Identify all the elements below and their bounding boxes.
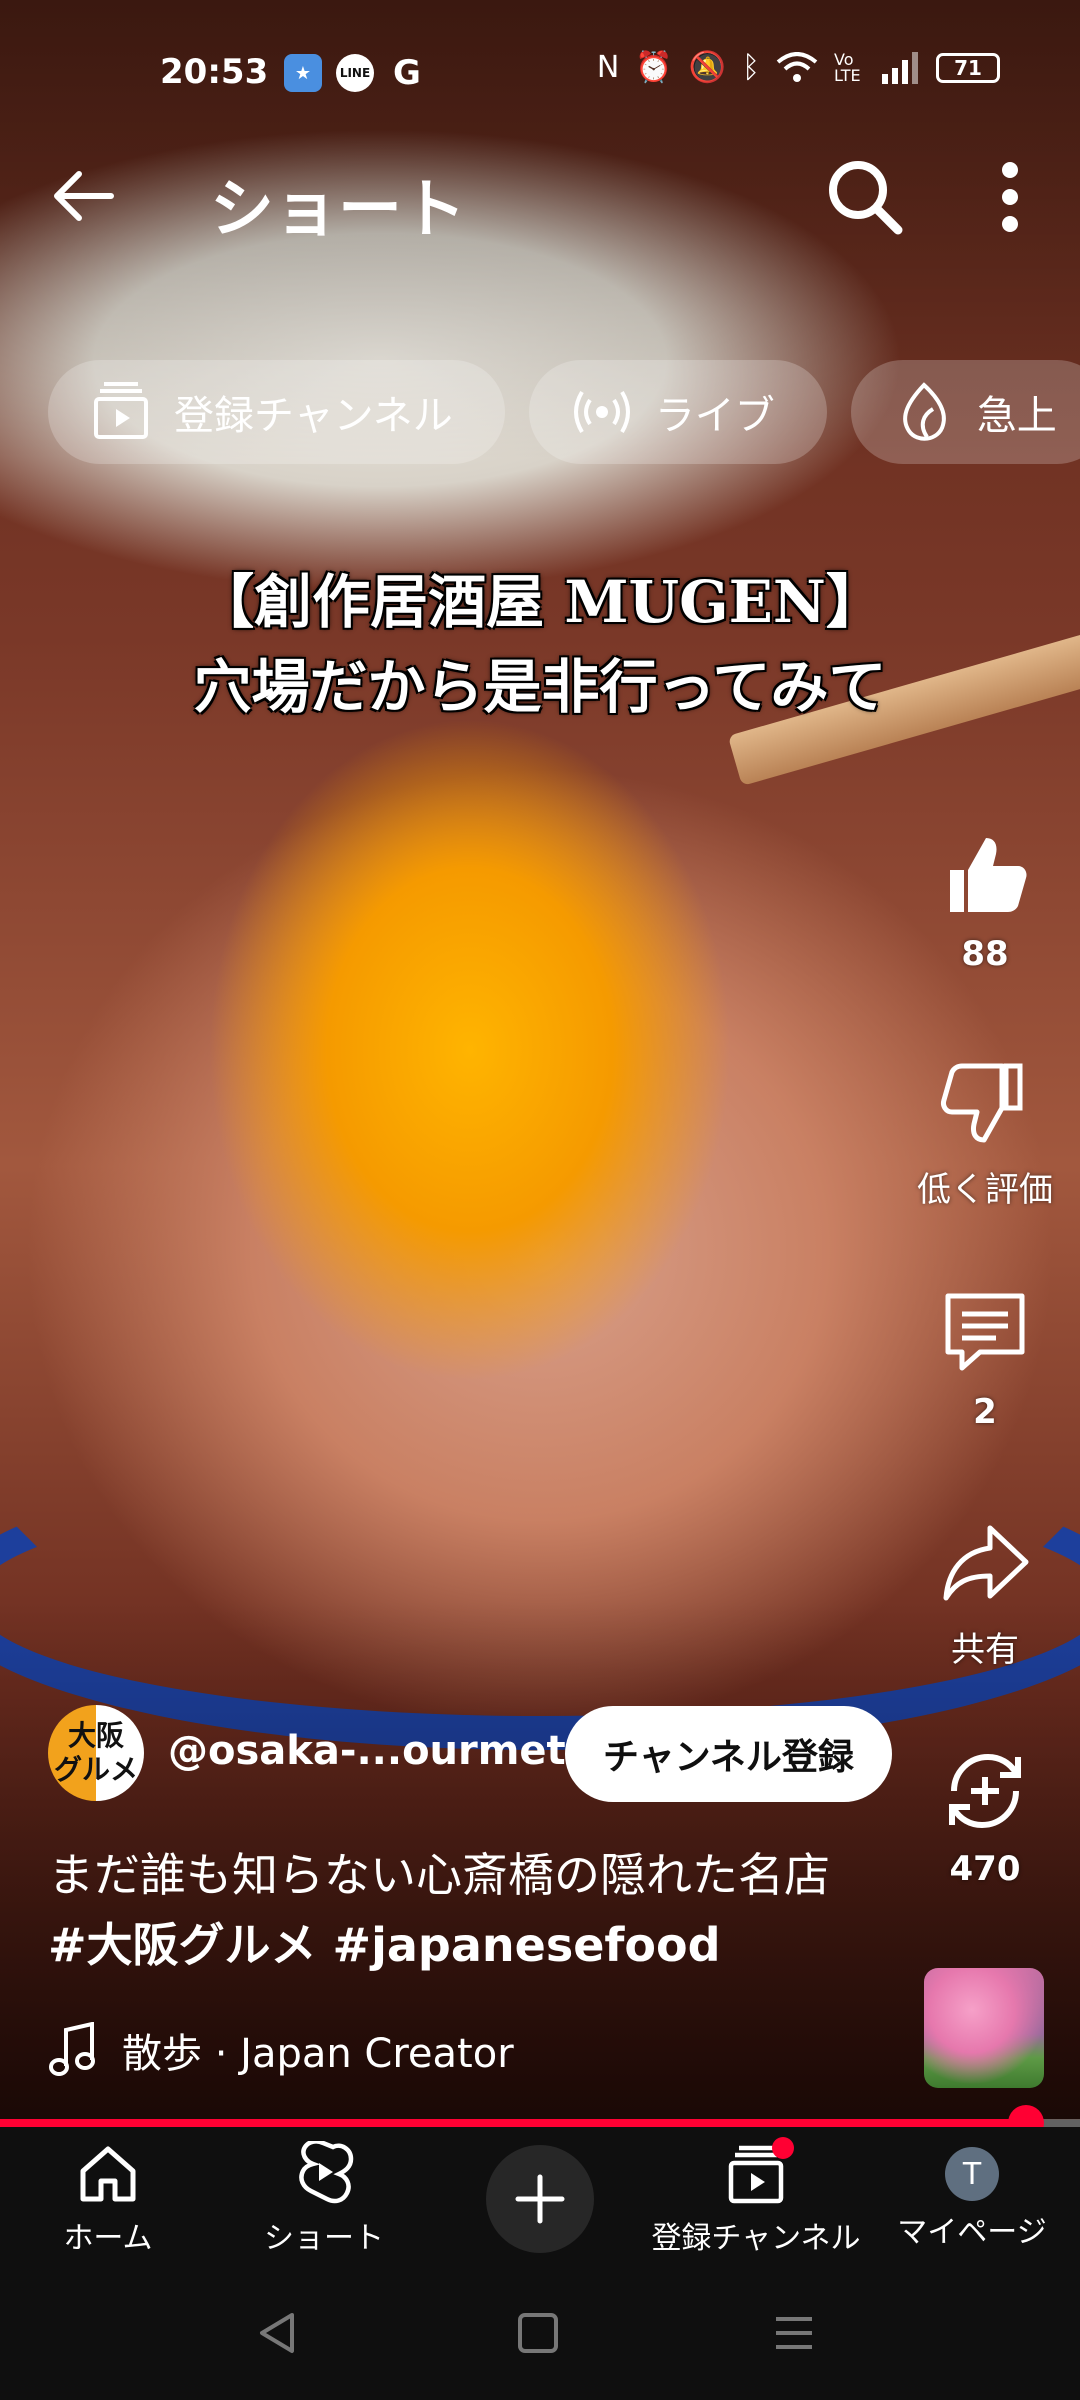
avatar-text-line2: グルメ [53,1753,138,1786]
thumb-down-icon [941,1063,1023,1143]
nav-shorts[interactable]: ショート [216,2141,432,2257]
nav-subscriptions[interactable]: 登録チャンネル [648,2137,864,2257]
channel-avatar[interactable]: 大阪 グルメ [48,1705,144,1801]
mute-icon: 🔕 [688,50,726,85]
chip-live[interactable]: ライブ [528,360,827,464]
back-arrow-icon[interactable] [45,158,121,234]
chip-live-label: ライブ [654,393,775,439]
new-content-badge [772,2137,794,2159]
comment-icon [945,1293,1025,1371]
plus-icon [515,2174,565,2224]
live-icon [573,390,630,434]
status-right-icons: N ⏰ 🔕 ᛒ Vo LTE 71 [597,50,1000,85]
system-home-icon[interactable] [508,2303,568,2363]
subscribe-button[interactable]: チャンネル登録 [565,1706,892,1802]
account-avatar: T [945,2147,999,2201]
remix-icon [949,1753,1021,1829]
subscriptions-icon [94,382,148,439]
create-button[interactable] [486,2145,594,2253]
avatar-text-line1: 大阪 [67,1719,124,1752]
share-button[interactable]: 共有 [900,1518,1070,1671]
bluetooth-icon: ᛒ [742,50,760,85]
remix-count: 470 [949,1849,1021,1889]
filter-chips: 登録チャンネル ライブ 急上 [48,360,1080,464]
share-icon [943,1525,1029,1601]
nav-home[interactable]: ホーム [0,2141,216,2257]
battery-indicator: 71 [936,52,1000,83]
thumb-up-icon [950,838,1027,912]
status-bar: 20:53 ★ LINE G N ⏰ 🔕 ᛒ Vo LTE 71 [0,40,1080,110]
home-icon [80,2146,136,2202]
chip-subscriptions-label: 登録チャンネル [174,393,453,439]
nav-mypage[interactable]: T マイページ [864,2141,1080,2251]
nfc-icon: N [596,50,620,85]
playback-progress-bar[interactable] [0,2105,1080,2141]
description-hashtags[interactable]: #大阪グルメ #japanesefood [48,1910,908,1980]
channel-handle[interactable]: @osaka-...ourmet1 [168,1728,594,1774]
chip-trending[interactable]: 急上 [850,360,1080,464]
comment-count: 2 [973,1392,997,1432]
nav-subscriptions-label: 登録チャンネル [651,2221,861,2256]
like-button[interactable]: 88 [900,830,1070,974]
trending-icon [903,382,946,441]
system-recents-icon[interactable] [764,2303,824,2363]
dislike-label: 低く評価 [917,1170,1053,1210]
music-thumbnail[interactable] [924,1968,1044,2088]
page-title: ショート [210,173,466,247]
more-vert-icon[interactable] [980,152,1040,242]
alarm-icon: ⏰ [635,50,673,85]
system-back-icon[interactable] [248,2303,308,2363]
music-note-icon [49,2022,95,2076]
nav-mypage-label: マイページ [897,2215,1047,2250]
video-caption-line1: 【創作居酒屋 MUGEN】 [196,568,884,636]
music-row[interactable]: 散歩 · Japan Creator [48,2020,514,2080]
dislike-button[interactable]: 低く評価 [900,1058,1070,1211]
nav-shorts-label: ショート [264,2221,384,2256]
remix-button[interactable]: 470 [900,1745,1070,1889]
video-caption-line2: 穴場だから是非行ってみて [193,653,887,721]
app-notification-icon: ★ [284,54,322,92]
search-icon[interactable] [820,152,910,242]
wifi-icon [776,51,818,82]
system-navigation-bar [0,2275,1080,2400]
shorts-icon [299,2141,354,2204]
video-description[interactable]: まだ誰も知らない心斎橋の隠れた名店 #大阪グルメ #japanesefood [48,1840,908,1980]
share-label: 共有 [951,1630,1019,1670]
status-time: 20:53 [160,52,269,92]
progress-fill [0,2119,1026,2127]
signal-icon [882,51,918,84]
line-icon: LINE [336,54,374,92]
like-count: 88 [961,934,1009,974]
comments-button[interactable]: 2 [900,1288,1070,1432]
google-icon: G [393,53,421,93]
chip-trending-label: 急上 [976,393,1057,439]
volte-icon: Vo LTE [834,49,861,85]
nav-home-label: ホーム [63,2221,153,2256]
chip-subscriptions[interactable]: 登録チャンネル [48,360,505,464]
music-label: 散歩 · Japan Creator [122,2031,514,2077]
description-text: まだ誰も知らない心斎橋の隠れた名店 [48,1848,830,1902]
top-app-bar: ショート [0,140,1080,250]
bottom-navigation: ホーム ショート 登録チャンネル T マイページ [0,2127,1080,2275]
